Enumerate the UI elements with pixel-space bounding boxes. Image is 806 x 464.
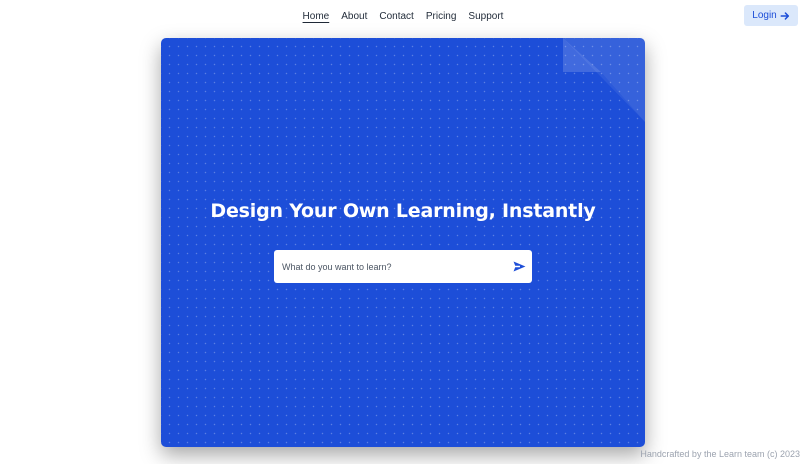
hero-decoration: [563, 38, 645, 122]
hero-title: Design Your Own Learning, Instantly: [210, 200, 596, 222]
nav-pricing-link[interactable]: Pricing: [426, 9, 457, 24]
footer-credit: Handcrafted by the Learn team (c) 2023: [640, 449, 800, 459]
nav-support-link[interactable]: Support: [468, 9, 503, 24]
send-icon: [513, 261, 525, 272]
hero-panel: Design Your Own Learning, Instantly: [161, 38, 645, 447]
nav-contact-link[interactable]: Contact: [379, 9, 413, 24]
login-label: Login: [752, 10, 777, 21]
search-input[interactable]: [274, 250, 506, 283]
send-button[interactable]: [506, 250, 532, 283]
nav-home-link[interactable]: Home: [303, 9, 330, 24]
top-nav: Home About Contact Pricing Support: [0, 0, 806, 32]
arrow-right-icon: [780, 11, 789, 20]
login-button[interactable]: Login: [744, 5, 798, 26]
nav-about-link[interactable]: About: [341, 9, 367, 24]
search-box: [274, 250, 532, 283]
